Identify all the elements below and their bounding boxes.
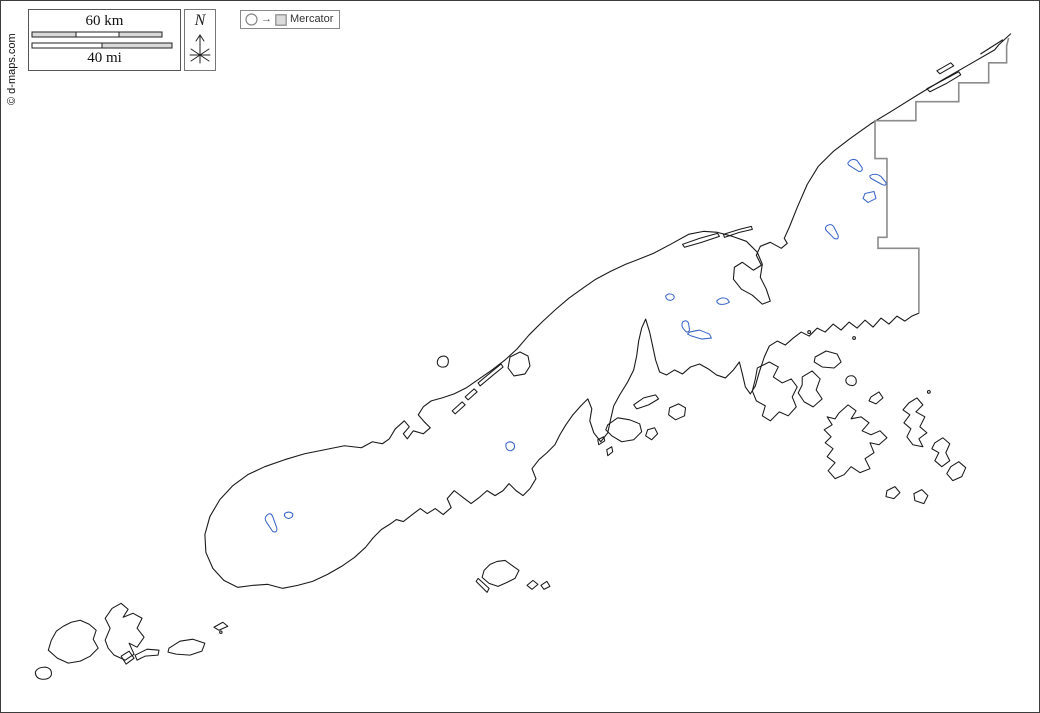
island [813,350,842,369]
scale-bar: 60 km 40 mi [28,9,181,71]
islet [926,389,931,394]
islet [852,336,856,340]
island [913,489,929,505]
island [34,666,52,680]
islet [219,630,223,634]
lake [681,320,691,333]
island [682,232,720,248]
island [606,446,614,457]
island [868,391,884,405]
arrow-right-icon: → [261,13,272,25]
island [213,621,229,631]
island [436,355,449,368]
borough-boundary [874,37,1010,314]
lake [847,158,863,173]
island [167,638,206,656]
projection-chip: → Mercator [240,10,341,29]
island [797,370,823,408]
north-arrow-box: N [184,9,216,71]
lake [824,224,839,240]
coastline-path [204,33,1012,589]
scale-mi-segment [31,42,103,49]
north-arrow-icon [189,34,211,64]
island [885,486,901,500]
island [134,648,160,661]
scale-km-segment [118,31,163,38]
lake [687,329,712,340]
island [507,351,531,377]
lake [283,511,294,520]
circle-icon [245,13,258,26]
island [464,388,478,401]
island [605,417,643,443]
islet [807,330,812,334]
lake [862,190,877,203]
copyright-credit: © d-maps.com [6,33,18,105]
island [633,394,660,410]
scale-km-segment [75,31,120,38]
island [722,225,753,238]
island [481,559,520,587]
island [751,361,798,422]
island [104,602,145,661]
island [645,427,659,441]
island [902,397,928,448]
coastline-mainland [204,33,1012,589]
islands [34,62,967,680]
island [931,437,951,468]
island [946,461,967,482]
island [47,619,99,664]
island [823,404,888,480]
island [526,579,539,590]
lake [665,293,675,301]
island [451,401,466,415]
island [668,403,687,421]
square-icon [275,13,287,26]
island [936,62,955,75]
island [845,375,857,387]
island [540,580,551,590]
island [475,577,490,593]
boundary-steps-path [874,37,1010,314]
lake [264,513,278,533]
lakes [264,158,887,533]
projection-label: Mercator [290,13,334,25]
scale-mi-label: 40 mi [87,50,122,66]
island [926,71,962,93]
lake [716,297,730,305]
island [477,363,504,387]
scale-km-segment [31,31,77,38]
outline-map [34,33,1012,680]
island [120,650,135,665]
scale-mi-segment [101,42,173,49]
north-label: N [194,12,206,29]
map-canvas: 60 km 40 mi N → Mercator © d-maps.com [0,0,1040,713]
lake [869,173,887,186]
lake [505,441,516,452]
